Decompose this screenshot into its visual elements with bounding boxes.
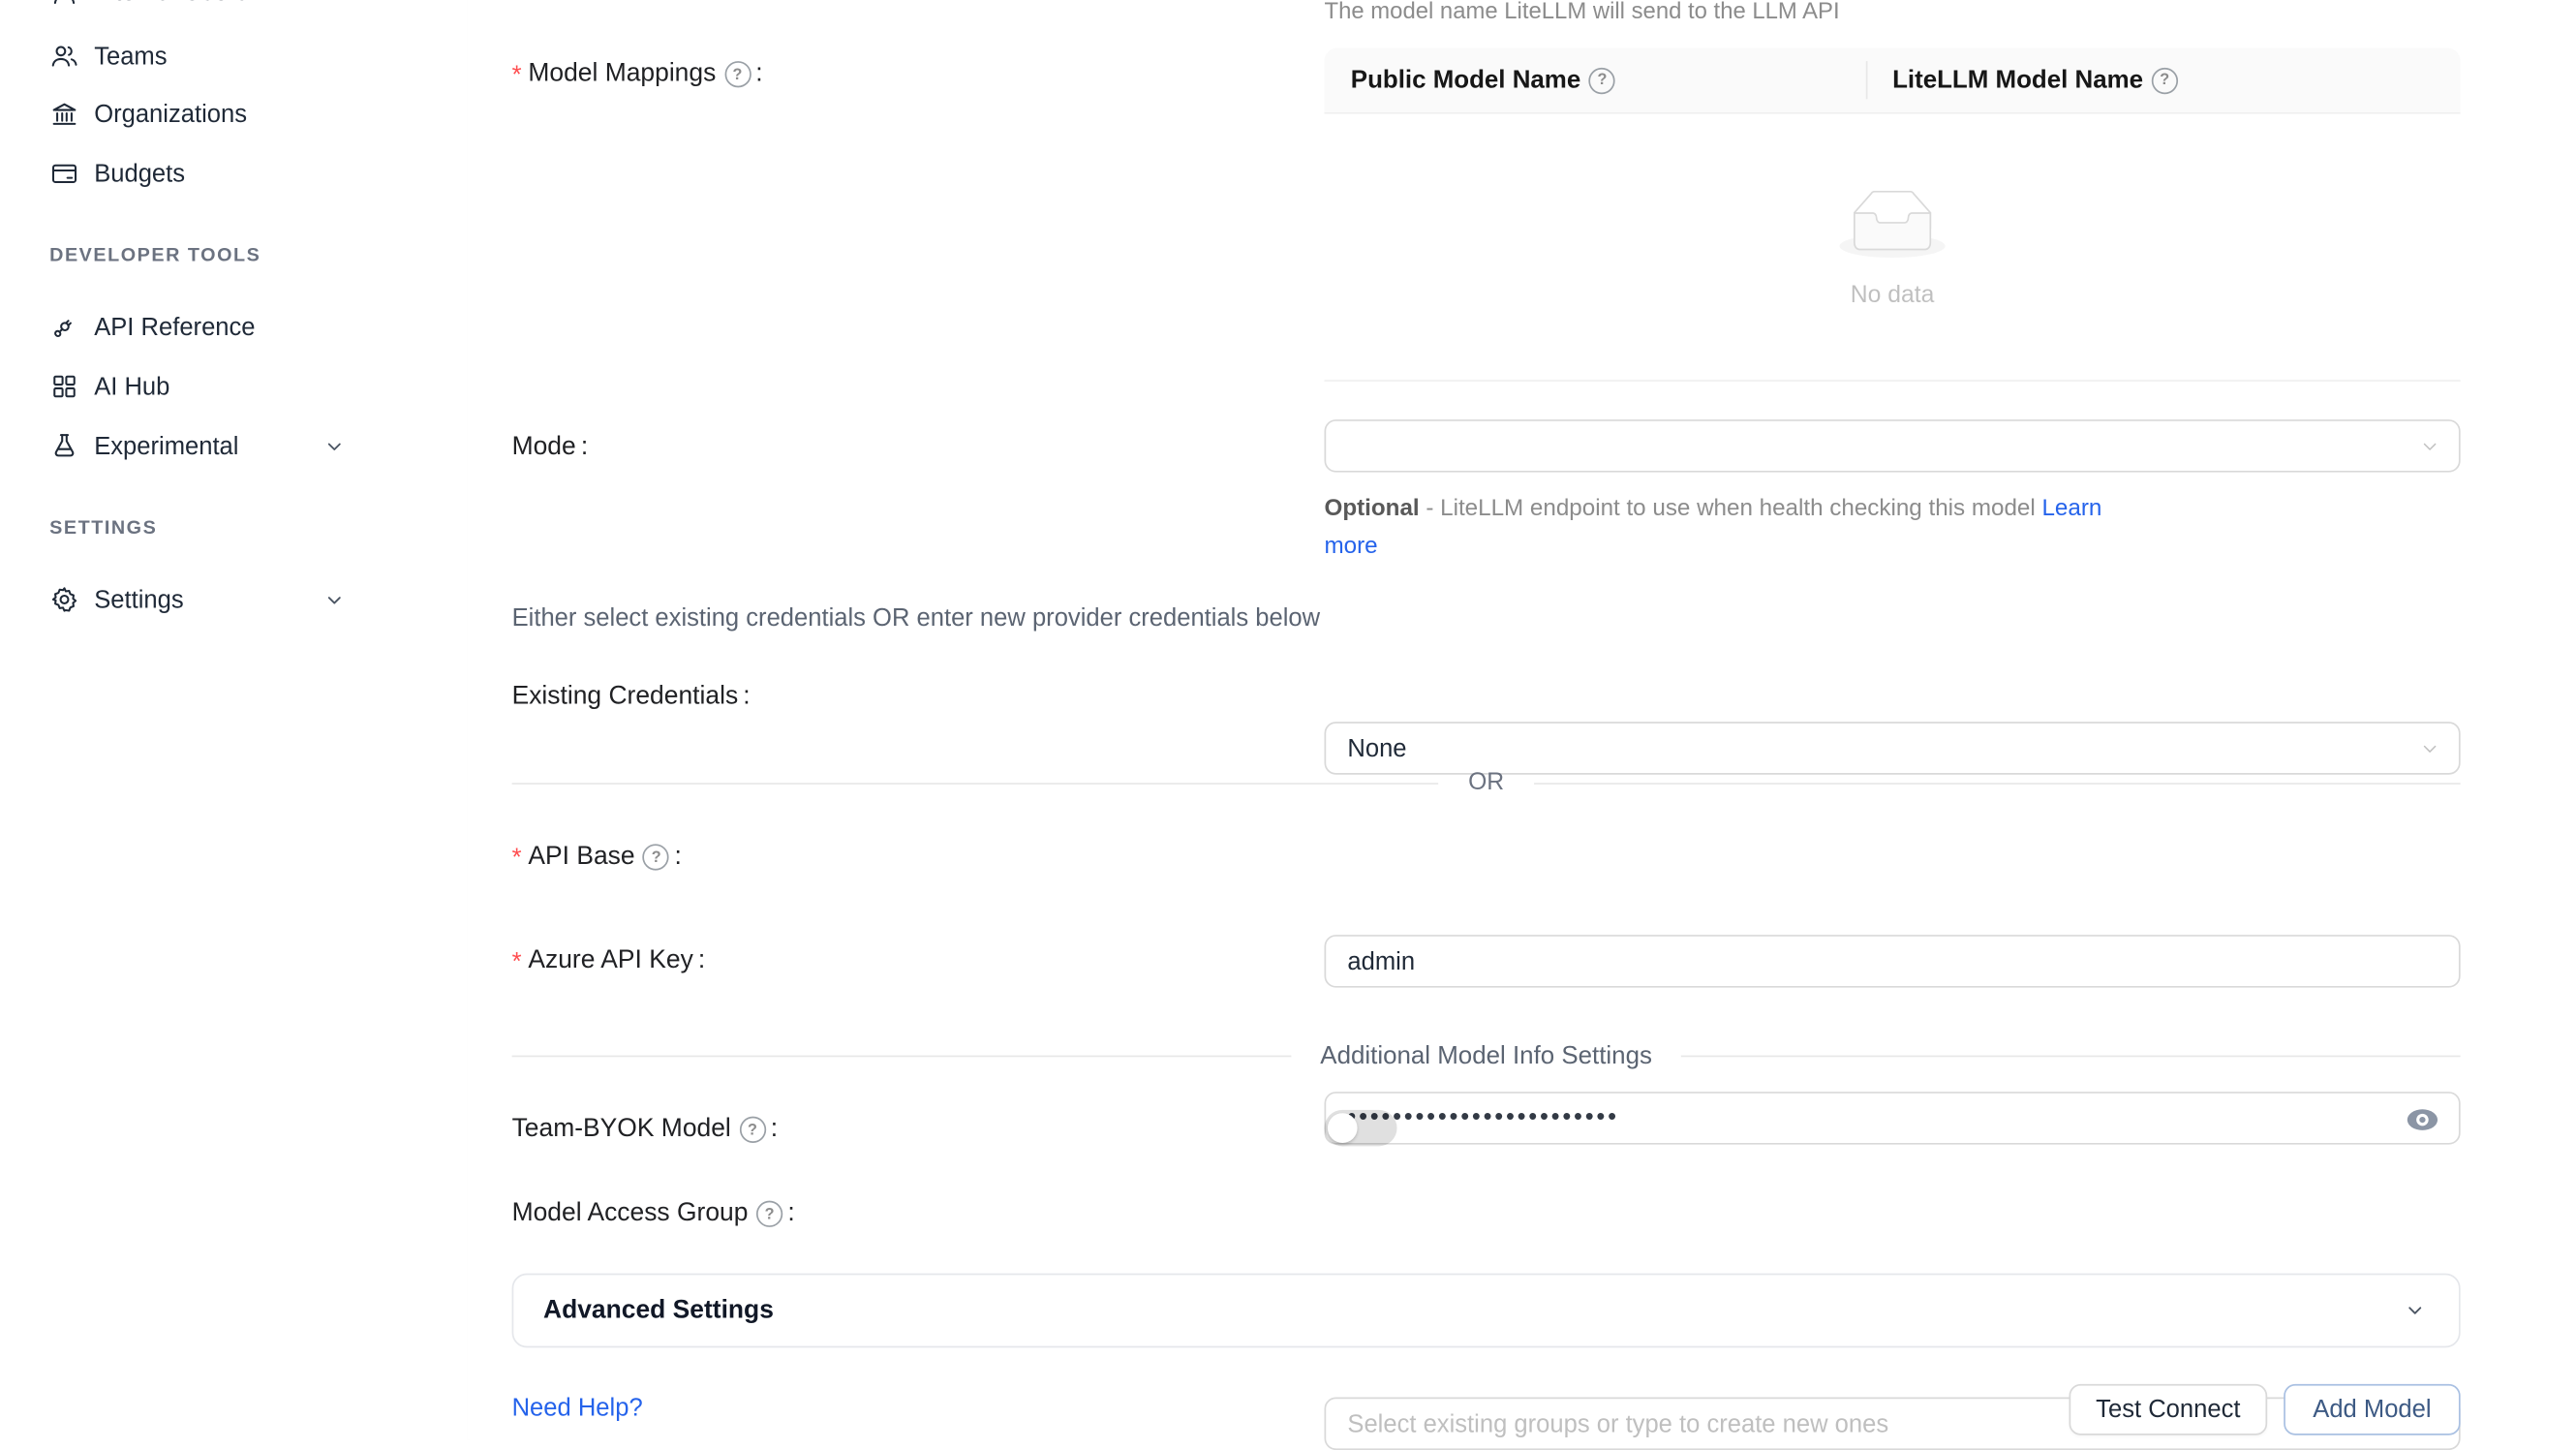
credit-card-icon: [49, 159, 79, 189]
credentials-note: Either select existing credentials OR en…: [512, 604, 1321, 632]
empty-box-icon: [1840, 190, 1946, 265]
flask-icon: [49, 431, 79, 461]
mode-select[interactable]: [1325, 419, 2461, 473]
sidebar-item-label: Teams: [94, 42, 167, 70]
info-section-title: Additional Model Info Settings: [1320, 1042, 1652, 1070]
sidebar-item-budgets[interactable]: Budgets: [0, 143, 468, 202]
help-circle-icon[interactable]: ?: [643, 844, 669, 870]
sidebar-item-label: Experimental: [94, 432, 238, 460]
sidebar-item-experimental[interactable]: Experimental: [0, 416, 468, 476]
advanced-settings-title: Advanced Settings: [543, 1296, 774, 1326]
divider-line: [1682, 1056, 2461, 1058]
sidebar-item-ai-hub[interactable]: AI Hub: [0, 356, 468, 416]
sidebar-item-label: AI Hub: [94, 373, 169, 401]
sidebar-section-developer-tools: DEVELOPER TOOLS: [49, 244, 261, 265]
sidebar-item-label: Organizations: [94, 100, 247, 128]
existing-credentials-label: Existing Credentials :: [512, 679, 751, 716]
gear-icon: [49, 585, 79, 615]
grid-icon: [49, 372, 79, 402]
eye-icon[interactable]: [2406, 1108, 2438, 1131]
chevron-down-icon: [323, 434, 347, 457]
divider-line: [512, 782, 1439, 784]
sidebar-item-internal-users[interactable]: Internal Users: [0, 0, 468, 21]
required-mark: *: [512, 949, 522, 974]
info-section-divider: Additional Model Info Settings: [512, 1042, 2461, 1070]
model-access-group-label: Model Access Group ? :: [512, 1196, 795, 1233]
advanced-settings-panel[interactable]: Advanced Settings: [512, 1274, 2461, 1348]
add-model-button[interactable]: Add Model: [2284, 1384, 2460, 1435]
app-root: Internal Users Teams Organizations Budge…: [0, 0, 2576, 1440]
mode-help-text: Optional - LiteLLM endpoint to use when …: [1325, 490, 2151, 566]
help-circle-icon[interactable]: ?: [2152, 67, 2178, 93]
chevron-down-icon: [2419, 738, 2440, 766]
need-help-link[interactable]: Need Help?: [512, 1394, 643, 1422]
sidebar: Internal Users Teams Organizations Budge…: [0, 0, 469, 1440]
help-circle-icon[interactable]: ?: [724, 61, 751, 87]
mode-label: Mode :: [512, 429, 589, 466]
model-mappings-table: Public Model Name ? LiteLLM Model Name ?…: [1325, 47, 2461, 381]
required-mark: *: [512, 62, 522, 87]
add-model-form: The model name LiteLLM will send to the …: [468, 0, 2576, 1440]
required-mark: *: [512, 845, 522, 870]
test-connect-button[interactable]: Test Connect: [2070, 1384, 2268, 1435]
azure-api-key-label: * Azure API Key :: [512, 943, 706, 980]
api-plug-icon: [49, 312, 79, 342]
column-divider: [1866, 61, 1868, 99]
team-byok-toggle[interactable]: [1325, 1110, 1397, 1147]
team-icon: [49, 42, 79, 72]
table-empty-state: No data: [1325, 114, 2461, 382]
sidebar-item-teams[interactable]: Teams: [0, 26, 468, 85]
chevron-down-icon: [2419, 436, 2440, 464]
user-icon: [49, 0, 79, 7]
or-divider-text: OR: [1468, 770, 1504, 796]
help-circle-icon[interactable]: ?: [739, 1117, 765, 1143]
help-circle-icon[interactable]: ?: [756, 1201, 782, 1227]
or-divider: OR: [512, 770, 2461, 796]
sidebar-section-settings: SETTINGS: [49, 517, 157, 539]
api-base-value: admin: [1347, 947, 1415, 975]
sidebar-item-organizations[interactable]: Organizations: [0, 84, 468, 143]
model-mappings-label: * Model Mappings ? :: [512, 56, 763, 93]
azure-api-key-input[interactable]: ••••••••••••••••••••••••: [1325, 1092, 2461, 1145]
no-data-text: No data: [1851, 283, 1935, 309]
column-header-public-model-name: Public Model Name ?: [1325, 66, 1866, 94]
masked-password-value: ••••••••••••••••••••••••: [1347, 1092, 1669, 1145]
sidebar-item-settings[interactable]: Settings: [0, 570, 468, 629]
sidebar-item-label: API Reference: [94, 313, 255, 341]
api-base-label: * API Base ? :: [512, 839, 682, 876]
sidebar-item-label: Settings: [94, 585, 183, 613]
column-header-litellm-model-name: LiteLLM Model Name ?: [1866, 66, 2178, 94]
toggle-knob: [1328, 1113, 1358, 1143]
selected-value: None: [1347, 734, 1406, 762]
chevron-down-icon: [2405, 1300, 2426, 1330]
api-base-input[interactable]: admin: [1325, 935, 2461, 988]
divider-line: [1534, 782, 2461, 784]
sidebar-item-label: Budgets: [94, 160, 185, 188]
table-header-row: Public Model Name ? LiteLLM Model Name ?: [1325, 47, 2461, 113]
select-placeholder: Select existing groups or type to create…: [1347, 1409, 1888, 1437]
team-byok-label: Team-BYOK Model ? :: [512, 1112, 778, 1149]
help-circle-icon[interactable]: ?: [1589, 67, 1615, 93]
sidebar-item-label: Internal Users: [94, 0, 248, 6]
chevron-down-icon: [323, 588, 347, 611]
existing-credentials-select[interactable]: None: [1325, 722, 2461, 775]
sidebar-item-api-reference[interactable]: API Reference: [0, 297, 468, 356]
divider-line: [512, 1056, 1291, 1058]
bank-icon: [49, 99, 79, 129]
model-name-help-text: The model name LiteLLM will send to the …: [1325, 0, 1840, 23]
